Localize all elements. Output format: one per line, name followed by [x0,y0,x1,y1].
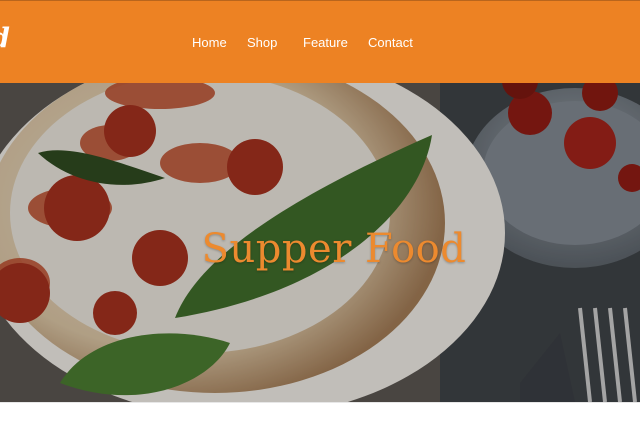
nav-link-contact[interactable]: Contact [368,35,413,50]
nav-link-home[interactable]: Home [192,35,227,50]
main-nav: Home Shop Feature Contact [0,35,640,53]
page-content-area [0,402,640,427]
nav-link-feature[interactable]: Feature [303,35,348,50]
nav-link-shop[interactable]: Shop [247,35,277,50]
hero-banner: Supper Food [0,83,640,402]
hero-title: Supper Food [201,226,467,272]
site-header: d Home Shop Feature Contact [0,0,640,83]
